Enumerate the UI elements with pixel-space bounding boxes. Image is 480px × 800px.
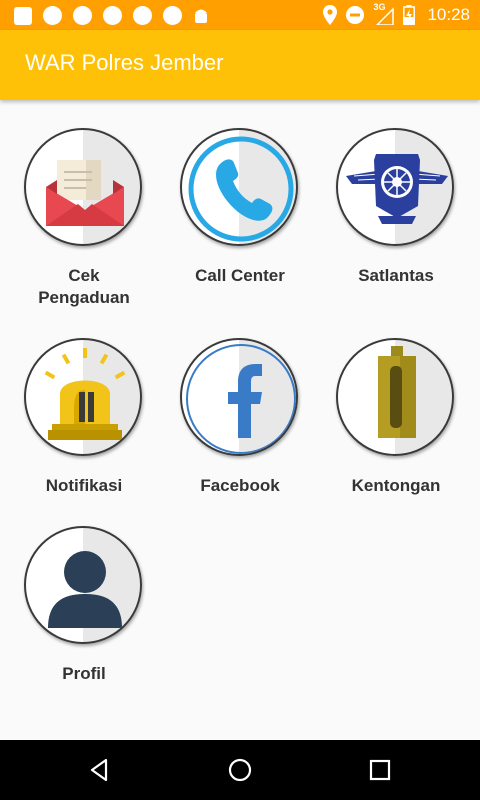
menu-item-icon-circle[interactable]: [336, 338, 454, 456]
user-icon: [48, 551, 122, 628]
siren-icon: [44, 348, 126, 440]
status-bar: 3G 10:28: [0, 0, 480, 30]
notification-square-icon: [14, 6, 32, 25]
recents-icon[interactable]: [366, 756, 394, 784]
facebook-icon: [186, 344, 296, 454]
menu-item-label-line: Satlantas: [358, 266, 434, 285]
menu-item-label: Satlantas: [318, 265, 474, 287]
menu-item-label: Notifikasi: [6, 475, 162, 497]
notification-icons: [14, 6, 209, 25]
notification-circle-icon: [73, 6, 92, 25]
signal-icon: 3G: [373, 2, 395, 25]
menu-item-label-line: Notifikasi: [45, 476, 123, 495]
back-icon[interactable]: [86, 756, 114, 784]
android-icon: [195, 9, 207, 23]
menu-item-label: Profil: [6, 663, 162, 685]
menu-item-icon-circle[interactable]: [24, 338, 142, 456]
battery-icon: [403, 5, 416, 25]
phone-icon: [188, 136, 294, 242]
page-title: WAR Polres Jember: [25, 50, 224, 75]
notification-circle-icon: [43, 6, 62, 25]
menu-item-icon-circle[interactable]: [336, 128, 454, 246]
menu-item-icon-circle[interactable]: [180, 128, 298, 246]
menu-item-label-line: Kentongan: [351, 476, 441, 495]
menu-item-label-line: Facebook: [200, 476, 280, 495]
notification-circle-icon: [163, 6, 182, 25]
notification-circle-icon: [103, 6, 122, 25]
menu-item-label: Facebook: [162, 475, 318, 497]
menu-item-label-line: Profil: [62, 664, 106, 683]
system-icons: 3G 10:28: [323, 2, 470, 26]
menu-item-icon-circle[interactable]: [180, 338, 298, 456]
police-emblem-icon: [346, 154, 448, 224]
clock: 10:28: [427, 5, 470, 24]
menu-item-label: Kentongan: [318, 475, 474, 497]
navigation-bar: [0, 740, 480, 800]
menu-item-icon-circle[interactable]: [24, 128, 142, 246]
menu-item-label-line: Call Center: [195, 266, 285, 285]
envelope-icon: [46, 160, 124, 226]
menu-item-label-line: Pengaduan: [38, 288, 130, 307]
home-icon[interactable]: [226, 756, 254, 784]
do-not-disturb-icon: [346, 6, 365, 24]
kentongan-icon: [378, 346, 416, 438]
menu-item-label-line: Cek: [68, 266, 100, 285]
menu-item-label: Cek Pengaduan: [6, 265, 162, 309]
menu-item-icon-circle[interactable]: [24, 526, 142, 644]
menu-item-label: Call Center: [162, 265, 318, 287]
location-icon: [323, 5, 338, 25]
app-bar: WAR Polres Jember: [0, 30, 480, 100]
notification-circle-icon: [133, 6, 152, 25]
